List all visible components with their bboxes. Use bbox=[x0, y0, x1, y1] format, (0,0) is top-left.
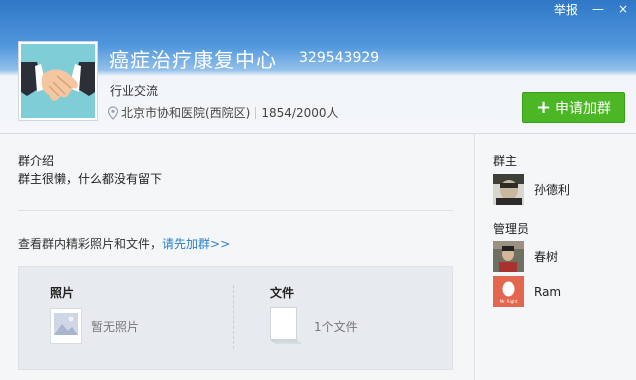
group-category: 行业交流 bbox=[110, 84, 159, 98]
group-header: 举报 — × 癌症治疗康复中心 329543929 行业交流 北京市协和医院(西… bbox=[0, 0, 636, 134]
owner-name: 孙德利 bbox=[534, 183, 571, 197]
admin-item[interactable]: Mr. Right Ram bbox=[493, 276, 561, 307]
divider bbox=[255, 106, 257, 119]
photos-title: 照片 bbox=[50, 286, 75, 300]
admin-item[interactable]: 春树 bbox=[493, 241, 558, 272]
group-id: 329543929 bbox=[299, 50, 380, 66]
join-first-link[interactable]: 请先加群>> bbox=[162, 237, 230, 251]
avatar-caption: Mr. Right bbox=[500, 299, 518, 304]
location-pin-icon bbox=[107, 105, 119, 120]
handshake-icon bbox=[21, 62, 95, 101]
admin-name: Ram bbox=[534, 284, 562, 299]
intro-text: 群主很懒，什么都没有留下 bbox=[18, 172, 163, 186]
file-stack-icon[interactable] bbox=[270, 307, 302, 345]
join-group-button[interactable]: + 申请加群 bbox=[522, 92, 625, 123]
plus-icon: + bbox=[535, 96, 552, 118]
group-location: 北京市协和医院(西院区) bbox=[121, 106, 251, 120]
intro-title: 群介绍 bbox=[18, 154, 55, 168]
admins-title: 管理员 bbox=[493, 222, 530, 236]
group-name: 癌症治疗康复中心 bbox=[109, 48, 277, 72]
admin-avatar bbox=[493, 241, 524, 272]
owner-title: 群主 bbox=[493, 154, 518, 168]
admin-avatar: Mr. Right bbox=[493, 276, 524, 307]
files-title: 文件 bbox=[270, 286, 295, 300]
view-prompt: 查看群内精彩照片和文件，请先加群>> bbox=[18, 235, 230, 252]
close-button[interactable]: × bbox=[618, 3, 628, 15]
column-divider bbox=[233, 285, 234, 349]
admin-name: 春树 bbox=[534, 250, 559, 264]
window-controls: 举报 — × bbox=[554, 0, 628, 18]
photos-empty-text: 暂无照片 bbox=[91, 320, 140, 334]
owner-member[interactable]: 孙德利 bbox=[493, 174, 570, 205]
group-avatar bbox=[18, 41, 98, 121]
join-group-label: 申请加群 bbox=[555, 100, 612, 117]
main-panel: 群介绍 群主很懒，什么都没有留下 查看群内精彩照片和文件，请先加群>> 照片 暂… bbox=[0, 134, 470, 380]
photos-files-panel: 照片 暂无照片 文件 1个文件 bbox=[18, 266, 453, 370]
report-link[interactable]: 举报 bbox=[554, 1, 578, 18]
minimize-button[interactable]: — bbox=[592, 3, 604, 15]
view-prompt-text: 查看群内精彩照片和文件， bbox=[18, 237, 163, 251]
group-info-line: 北京市协和医院(西院区) 1854/2000人 bbox=[107, 104, 339, 121]
section-divider bbox=[18, 210, 453, 211]
files-count-text: 1个文件 bbox=[314, 320, 358, 334]
photo-placeholder-icon[interactable] bbox=[50, 308, 82, 344]
members-sidebar: 群主 孙德利 管理员 春树 Mr. Right Ram bbox=[474, 134, 636, 380]
member-count: 1854/2000人 bbox=[261, 106, 339, 120]
owner-avatar bbox=[493, 174, 524, 205]
